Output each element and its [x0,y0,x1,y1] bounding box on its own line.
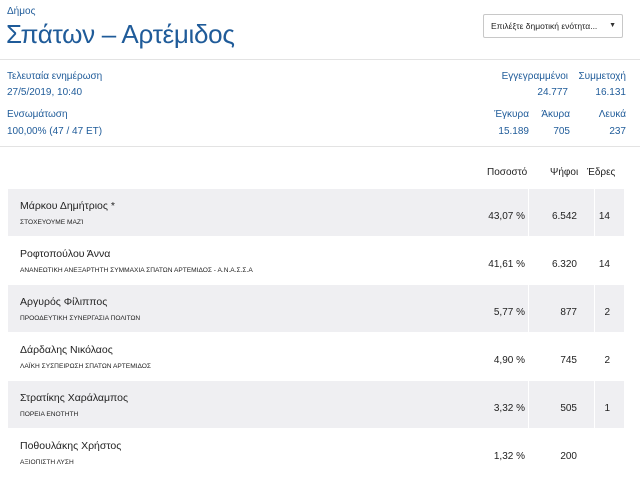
municipal-unit-select[interactable]: Επιλέξτε δημοτική ενότητα... ▼ [483,14,623,38]
seats-value: 14 [598,259,610,270]
table-row[interactable]: Ροφτοπούλου Άννα ΑΝΑΝΕΩΤΙΚΗ ΑΝΕΞΑΡΤΗΤΗ Σ… [8,237,624,284]
table-row[interactable]: Αργυρός Φίλιππος ΠΡΟΟΔΕΥΤΙΚΗ ΣΥΝΕΡΓΑΣΙΑ … [8,285,624,332]
votes-value: 6.542 [551,211,577,222]
votes-value: 505 [560,403,577,414]
votes-value: 877 [560,307,577,318]
page-header: Δήμος Σπάτων – Αρτέμιδος Επιλέξτε δημοτι… [0,0,640,60]
candidate-name: Στρατίκης Χαράλαμπος [20,392,129,404]
blank-label: Λευκά [598,109,626,120]
blank-value: 237 [609,126,626,137]
invalid-label: Άκυρα [541,109,570,120]
percent-value: 1,32 % [493,451,525,462]
seats-value: 14 [598,211,610,222]
turnout-label: Συμμετοχή [578,71,626,82]
seats-value: 1 [604,403,610,414]
summary-panel: Τελευταία ενημέρωση 27/5/2019, 10:40 Ενσ… [0,61,640,147]
registered-label: Εγγεγραμμένοι [501,71,568,82]
table-row[interactable]: Δάρδαλης Νικόλαος ΛΑΪΚΗ ΣΥΣΠΕΙΡΩΣΗ ΣΠΑΤΩ… [8,333,624,380]
percent-value: 5,77 % [493,307,525,318]
last-update-value: 27/5/2019, 10:40 [7,87,83,98]
candidate-name: Αργυρός Φίλιππος [20,296,108,308]
valid-value: 15.189 [498,126,529,137]
integration-label: Ενσωμάτωση [7,109,68,120]
party-name: ΣΤΟΧΕΥΟΥΜΕ μαζί [20,219,84,226]
column-header-percent[interactable]: Ποσοστό [487,167,527,178]
votes-value: 6.320 [551,259,577,270]
column-divider [528,189,529,236]
candidate-name: Μάρκου Δημήτριος * [20,200,115,212]
valid-label: Έγκυρα [494,109,529,120]
registered-value: 24.777 [537,87,568,98]
last-update-label: Τελευταία ενημέρωση [7,71,103,82]
percent-value: 3,32 % [493,403,525,414]
party-name: ΠΡΟΟΔΕΥΤΙΚΗ ΣΥΝΕΡΓΑΣΙΑ ΠΟΛΙΤΩΝ [20,315,141,322]
municipal-unit-select-value: Επιλέξτε δημοτική ενότητα... [491,21,598,31]
candidate-name: Ροφτοπούλου Άννα [20,248,111,260]
caret-down-icon: ▼ [609,22,616,29]
party-name: ΠΟΡΕΙΑ ΕΝΟΤΗΤΗ [20,411,79,418]
percent-value: 43,07 % [488,211,525,222]
invalid-value: 705 [553,126,570,137]
column-header-seats[interactable]: Έδρες [587,167,615,178]
column-divider [528,285,529,332]
votes-value: 745 [560,355,577,366]
candidate-name: Ποθουλάκης Χρήστος [20,440,122,452]
column-header-votes[interactable]: Ψήφοι [550,167,578,178]
table-row[interactable]: Μάρκου Δημήτριος * ΣΤΟΧΕΥΟΥΜΕ μαζί 43,07… [8,189,624,236]
turnout-value: 16.131 [595,87,626,98]
seats-value: 2 [604,355,610,366]
percent-value: 4,90 % [493,355,525,366]
table-row[interactable]: Ποθουλάκης Χρήστος ΑΞΙΟΠΙΣΤΗ ΛΥΣΗ 1,32 %… [8,429,624,476]
integration-value: 100,00% (47 / 47 ΕΤ) [7,126,103,137]
votes-value: 200 [560,451,577,462]
seats-value: 2 [604,307,610,318]
party-name: ΑΝΑΝΕΩΤΙΚΗ ΑΝΕΞΑΡΤΗΤΗ ΣΥΜΜΑΧΙΑ ΣΠΑΤΩΝ ΑΡ… [20,267,253,274]
party-name: ΑΞΙΟΠΙΣΤΗ ΛΥΣΗ [20,459,74,466]
municipality-label: Δήμος [7,6,36,17]
party-name: ΛΑΪΚΗ ΣΥΣΠΕΙΡΩΣΗ ΣΠΑΤΩΝ ΑΡΤΕΜΙΔΟΣ [20,363,151,370]
percent-value: 41,61 % [488,259,525,270]
table-row[interactable]: Στρατίκης Χαράλαμπος ΠΟΡΕΙΑ ΕΝΟΤΗΤΗ 3,32… [8,381,624,428]
municipality-title: Σπάτων – Αρτέμιδος [6,19,235,49]
column-divider [528,381,529,428]
candidate-name: Δάρδαλης Νικόλαος [20,344,113,356]
